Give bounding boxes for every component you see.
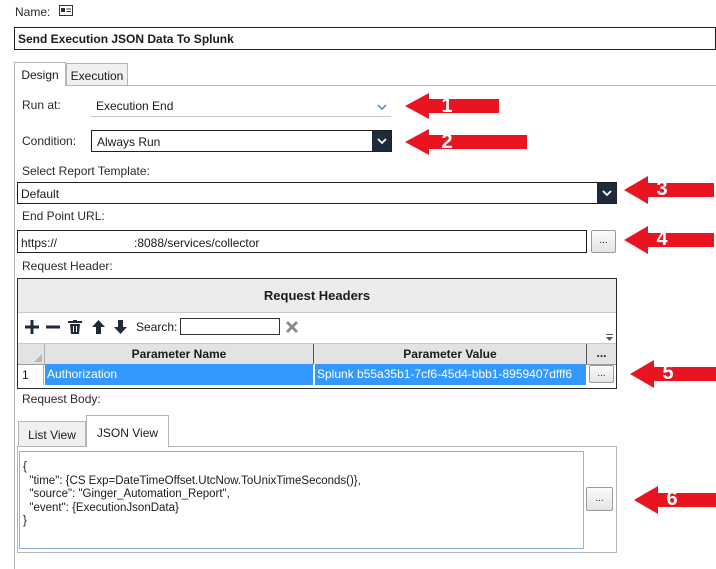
row-index: 1 [18,364,44,385]
json-line: } [23,515,27,527]
annotation-arrow-6: 6 [634,486,716,514]
condition-value: Always Run [97,135,161,149]
overflow-icon[interactable] [606,330,613,344]
add-icon[interactable] [24,318,40,336]
request-header-label: Request Header: [22,259,113,273]
grid-title: Request Headers [18,279,616,313]
json-line: "source": "Ginger_Automation_Report", [23,488,230,500]
cell-parameter-value[interactable]: Splunk b55a35b1-7cf6-45d4-bbb1-8959407df… [314,364,586,385]
column-header-extra: ... [596,346,607,360]
run-at-label: Run at: [22,98,61,112]
annotation-number: 2 [441,131,453,153]
annotation-number: 3 [656,178,668,200]
annotation-number: 5 [662,362,674,384]
endpoint-value-suffix: :8088/services/collector [134,236,260,250]
grid-toolbar: Search: [18,312,616,342]
arrow-down-icon[interactable] [112,318,128,336]
endpoint-value-prefix: https:// [21,236,58,250]
annotation-number: 4 [656,228,668,250]
annotation-arrow-1: 1 [405,93,499,119]
json-body-editor[interactable]: { "time": {CS Exp=DateTimeOffset.UtcNow.… [19,451,584,549]
run-at-value: Execution End [96,99,174,113]
chevron-down-icon [597,183,616,203]
arrow-up-icon[interactable] [90,318,106,336]
json-line: "time": {CS Exp=DateTimeOffset.UtcNow.To… [23,474,361,487]
report-template-select[interactable]: Default [17,182,617,204]
trash-icon[interactable] [67,318,83,336]
search-label: Search: [136,320,178,334]
table-row[interactable]: 1 Authorization Splunk b55a35b1-7cf6-45d… [18,364,616,385]
tab-list-view[interactable]: List View [18,421,86,446]
name-field[interactable]: Send Execution JSON Data To Splunk [14,27,716,50]
endpoint-input[interactable]: https:// :8088/services/collector [17,230,587,253]
id-card-icon [59,5,73,16]
column-header-name[interactable]: Parameter Name [45,344,314,364]
report-template-value: Default [21,187,60,201]
cell-parameter-name[interactable]: Authorization [45,364,313,385]
chevron-down-icon [377,100,387,114]
row-browse-button[interactable]: ... [589,365,614,383]
endpoint-label: End Point URL: [22,209,105,223]
json-line: { [23,461,27,473]
tab-design[interactable]: Design [14,62,66,86]
annotation-arrow-4: 4 [624,226,714,254]
tab-execution[interactable]: Execution [66,63,128,85]
body-browse-button[interactable]: ... [586,487,613,511]
condition-select[interactable]: Always Run [91,130,392,152]
grid-corner [18,344,45,364]
request-headers-grid: Request Headers Search: Parameter Name P… [17,278,617,389]
annotation-arrow-3: 3 [624,176,714,204]
column-header-value[interactable]: Parameter Value [314,344,587,364]
annotation-number: 6 [666,488,678,510]
chevron-down-icon [372,131,391,151]
search-input[interactable] [180,318,280,335]
endpoint-browse-button[interactable]: ... [591,230,616,253]
annotation-arrow-5: 5 [630,360,716,388]
annotation-arrow-2: 2 [405,129,527,155]
name-label: Name: [15,5,51,19]
report-template-label: Select Report Template: [22,164,150,178]
run-at-select[interactable]: Execution End [90,95,391,117]
condition-label: Condition: [22,134,77,148]
request-body-label: Request Body: [22,392,101,406]
annotation-number: 1 [441,95,453,117]
json-line: "event": {ExecutionJsonData} [23,501,179,514]
remove-icon[interactable] [45,318,61,336]
clear-icon[interactable] [284,318,300,336]
grid-header-row: Parameter Name Parameter Value ... [18,343,616,365]
tab-json-view[interactable]: JSON View [86,415,169,447]
